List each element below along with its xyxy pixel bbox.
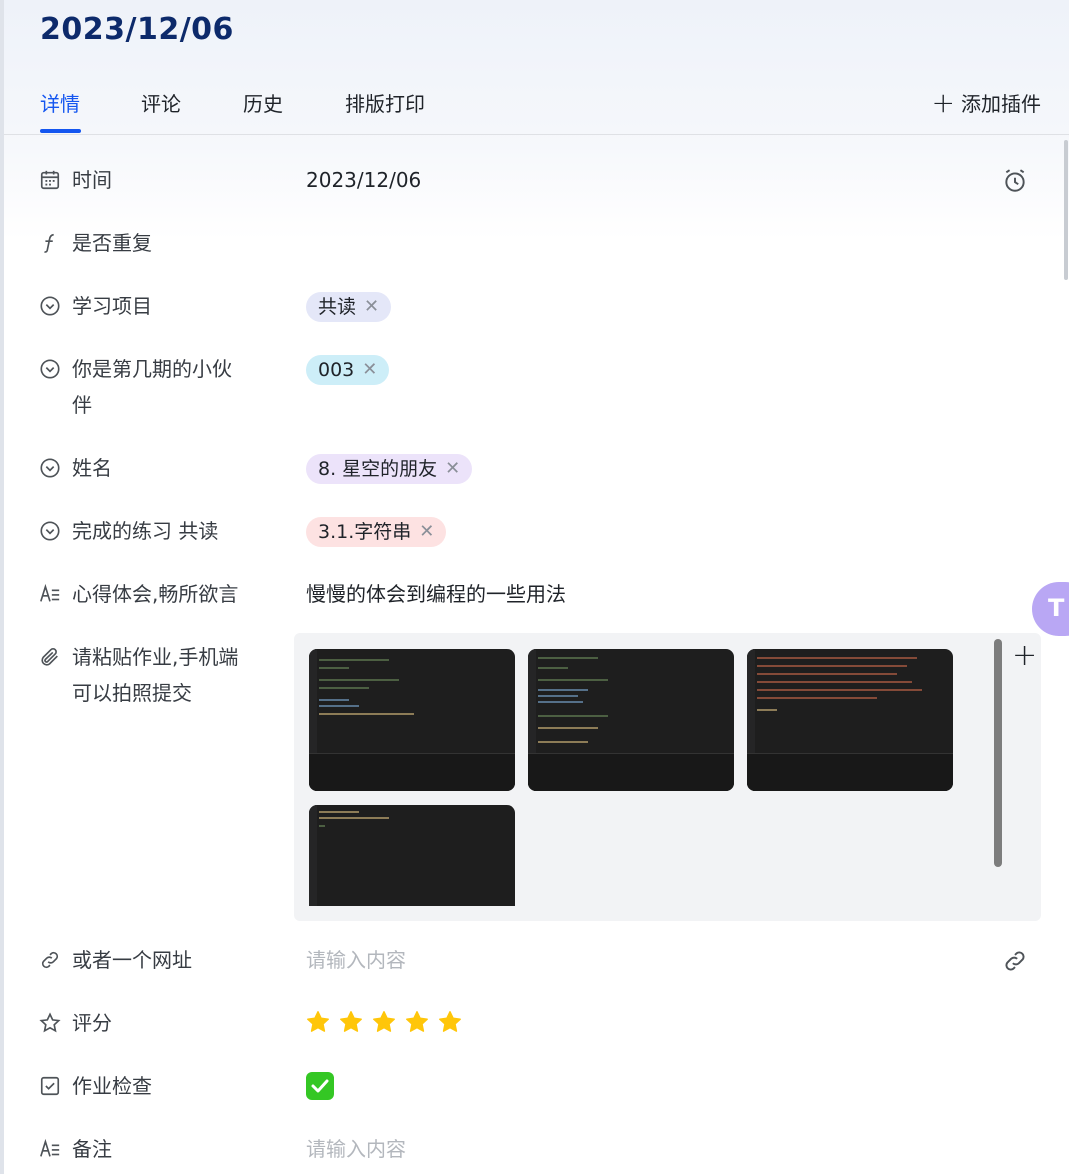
calendar-icon [38,162,62,198]
tab-details[interactable]: 详情 [40,88,80,117]
field-label-repeat: 是否重复 [72,231,152,255]
tab-print-layout[interactable]: 排版打印 [345,88,425,117]
assistant-icon: T [1048,594,1065,622]
close-icon[interactable]: ✕ [362,352,377,388]
attachment-thumbnail[interactable] [309,805,515,906]
check-icon [311,1079,329,1093]
checkbox-icon [38,1068,62,1104]
link-icon [38,942,62,978]
single-select-icon [38,450,62,486]
tag-exercise[interactable]: 3.1.字符串 ✕ [306,514,447,550]
paperclip-icon [38,639,62,675]
tag-label: 8. 星空的朋友 [318,458,438,480]
active-tab-indicator [40,129,81,133]
field-label-name: 姓名 [72,456,112,480]
field-row-cohort: 你是第几期的小伙 伴 003 ✕ [38,351,1038,427]
plus-icon: + [931,85,955,119]
field-label-attachment: 请粘贴作业,手机端 可以拍照提交 [72,645,239,705]
formula-icon [38,225,62,261]
homework-check-checkbox[interactable] [306,1072,334,1100]
tag-label: 003 [318,359,355,381]
link-icon[interactable] [1002,948,1028,974]
plus-icon[interactable]: + [1012,641,1037,671]
close-icon[interactable]: ✕ [364,289,379,325]
field-row-reflection: 心得体会,畅所欲言 慢慢的体会到编程的一些用法 [38,576,1038,616]
tag-label: 共读 [318,296,357,318]
tag-cohort[interactable]: 003 ✕ [306,352,390,388]
close-icon[interactable]: ✕ [419,514,434,550]
tag-label: 3.1.字符串 [318,521,412,543]
alarm-clock-icon[interactable] [1002,168,1028,194]
attachment-thumbnail[interactable] [528,649,734,791]
left-edge-border [0,0,4,1174]
attachment-thumbnail[interactable] [309,649,515,791]
rating-stars[interactable] [306,1010,462,1034]
single-select-icon [38,513,62,549]
field-row-time: 时间 2023/12/06 [38,162,1038,202]
reflection-value[interactable]: 慢慢的体会到编程的一些用法 [306,576,566,612]
field-label-exercise: 完成的练习 共读 [72,519,219,543]
star-outline-icon [38,1005,62,1041]
field-label-homework-check: 作业检查 [72,1074,152,1098]
add-plugin-label: 添加插件 [961,92,1041,116]
tag-project[interactable]: 共读 ✕ [306,289,392,325]
add-plugin-button[interactable]: + 添加插件 [932,88,1041,117]
field-label-notes: 备注 [72,1137,112,1161]
url-input[interactable]: 请输入内容 [306,942,406,978]
page-scrollbar[interactable] [1064,140,1068,280]
attachment-scrollbar[interactable] [994,639,1002,867]
field-row-attachment: 请粘贴作业,手机端 可以拍照提交 + [38,633,1041,923]
field-row-notes: 备注 请输入内容 [38,1131,1038,1171]
single-select-icon [38,288,62,324]
attachment-thumbnail[interactable] [747,649,953,791]
field-label-reflection: 心得体会,畅所欲言 [72,582,239,606]
star-filled-icon[interactable] [306,1010,330,1034]
star-filled-icon[interactable] [372,1010,396,1034]
field-row-exercise: 完成的练习 共读 3.1.字符串 ✕ [38,513,1038,553]
text-icon [38,1131,62,1167]
text-icon [38,576,62,612]
field-row-name: 姓名 8. 星空的朋友 ✕ [38,450,1038,490]
star-filled-icon[interactable] [438,1010,462,1034]
single-select-icon [38,351,62,387]
notes-input[interactable]: 请输入内容 [306,1131,406,1167]
close-icon[interactable]: ✕ [445,451,460,487]
time-value[interactable]: 2023/12/06 [306,162,421,198]
field-label-rating: 评分 [72,1011,112,1035]
field-row-url: 或者一个网址 请输入内容 [38,942,1038,982]
tab-bar: 详情 评论 历史 排版打印 [40,84,1040,134]
star-filled-icon[interactable] [405,1010,429,1034]
field-label-time: 时间 [72,168,112,192]
field-row-repeat: 是否重复 [38,225,1038,265]
field-row-homework-check: 作业检查 [38,1068,1038,1108]
tag-name[interactable]: 8. 星空的朋友 ✕ [306,451,473,487]
field-row-rating: 评分 [38,1005,1038,1045]
tab-history[interactable]: 历史 [243,88,283,117]
tabs-divider [4,134,1069,135]
field-label-project: 学习项目 [72,294,152,318]
field-label-cohort: 你是第几期的小伙 伴 [72,357,232,417]
record-title: 2023/12/06 [40,12,234,47]
field-label-url: 或者一个网址 [72,948,192,972]
star-filled-icon[interactable] [339,1010,363,1034]
field-row-project: 学习项目 共读 ✕ [38,288,1038,328]
tab-comments[interactable]: 评论 [141,88,181,117]
attachment-gallery[interactable]: + [294,633,1041,921]
